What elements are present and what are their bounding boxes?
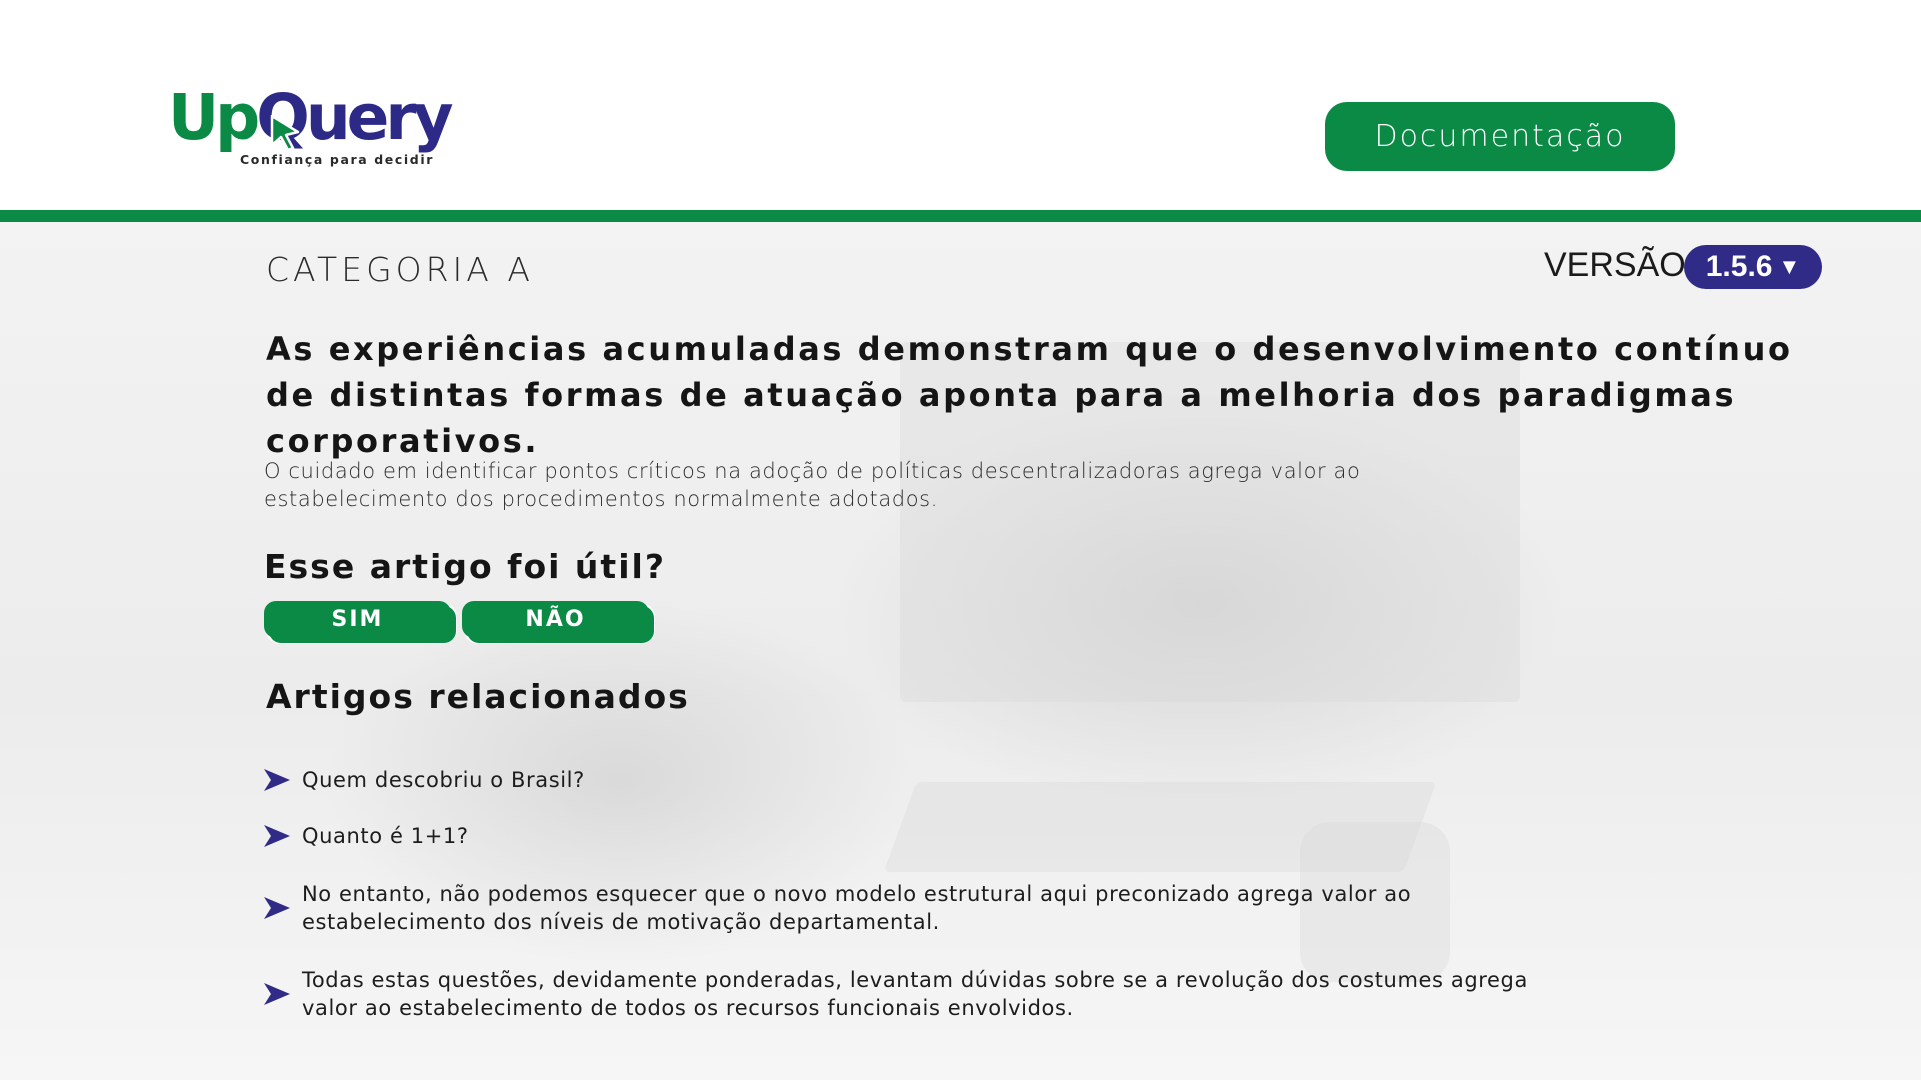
feedback-question: Esse artigo foi útil? <box>264 547 666 586</box>
play-arrow-icon <box>264 769 290 791</box>
logo-word-up: Up <box>168 81 260 154</box>
related-article-4[interactable]: Todas estas questões, devidamente ponder… <box>262 966 1562 1022</box>
logo-tagline: Confiança para decidir <box>240 152 434 167</box>
logo-wordmark: UpQuery <box>168 81 454 154</box>
related-article-text: No entanto, não podemos esquecer que o n… <box>302 882 1412 934</box>
related-article-text: Quem descobriu o Brasil? <box>302 768 585 792</box>
version-label: VERSÃO <box>1544 246 1686 284</box>
category-title: CATEGORIA A <box>266 250 534 289</box>
feedback-yes-button[interactable]: SIM <box>264 601 451 638</box>
related-article-1[interactable]: Quem descobriu o Brasil? <box>262 766 1562 794</box>
related-article-2[interactable]: Quanto é 1+1? <box>262 822 1562 850</box>
version-select[interactable]: 1.5.6 ▼ <box>1684 245 1822 289</box>
related-article-text: Todas estas questões, devidamente ponder… <box>302 968 1528 1020</box>
article-headline: As experiências acumuladas demonstram qu… <box>266 330 1793 460</box>
article-body: O cuidado em identificar pontos críticos… <box>264 459 1361 511</box>
documentation-button[interactable]: Documentação <box>1325 102 1675 171</box>
header: UpQuery Confiança para decidir Documenta… <box>0 0 1921 210</box>
upquery-logo[interactable]: UpQuery Confiança para decidir <box>168 84 454 174</box>
related-article-text: Quanto é 1+1? <box>302 824 469 848</box>
caret-down-icon: ▼ <box>1778 254 1801 279</box>
play-arrow-icon <box>264 825 290 847</box>
related-articles-title: Artigos relacionados <box>266 677 690 716</box>
play-arrow-icon <box>264 897 290 919</box>
play-arrow-icon <box>264 983 290 1005</box>
feedback-no-button[interactable]: NÃO <box>462 601 649 638</box>
cursor-icon <box>270 114 300 152</box>
related-article-3[interactable]: No entanto, não podemos esquecer que o n… <box>262 880 1562 936</box>
version-value: 1.5.6 <box>1705 250 1773 283</box>
header-divider <box>0 210 1921 222</box>
